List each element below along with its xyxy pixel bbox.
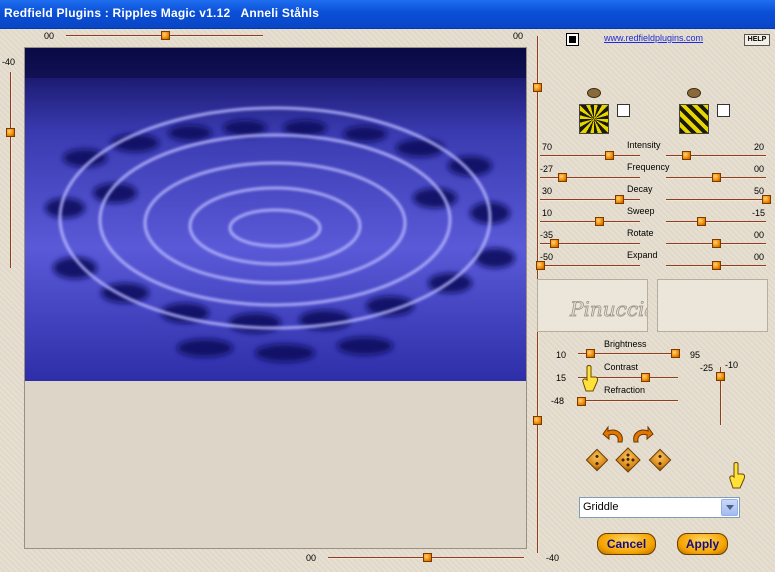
effect-preview-box — [657, 279, 768, 332]
brightness-right-value: 95 — [690, 350, 701, 360]
original-preview-box: Pinuccia — [537, 279, 657, 332]
window-title: Redfield Plugins : Ripples Magic v1.12 A… — [4, 6, 320, 20]
param-left-handle[interactable] — [550, 239, 559, 248]
pattern-checkbox-right[interactable] — [717, 104, 730, 117]
param-right-value: -15 — [752, 208, 766, 218]
param-right-handle[interactable] — [712, 261, 721, 270]
preview-panel — [24, 47, 527, 549]
website-link[interactable]: www.redfieldplugins.com — [604, 33, 703, 43]
param-left-handle[interactable] — [605, 151, 614, 160]
param-right-handle[interactable] — [712, 173, 721, 182]
param-label: Frequency — [627, 162, 670, 172]
brightness-left-handle[interactable] — [586, 349, 595, 358]
top-slider-right-value: 00 — [513, 31, 524, 41]
left-slider-value: -40 — [2, 57, 16, 67]
param-left-handle[interactable] — [558, 173, 567, 182]
refraction-value: -48 — [551, 396, 565, 406]
pattern-thumbnail-right[interactable] — [679, 104, 709, 134]
param-left-track[interactable] — [540, 199, 640, 201]
ripple-preview-image — [25, 48, 526, 381]
param-left-track[interactable] — [540, 265, 640, 267]
vertical-light-handle[interactable] — [716, 372, 725, 381]
param-left-track[interactable] — [540, 155, 640, 157]
param-left-value: 30 — [542, 186, 553, 196]
brightness-left-value: 10 — [556, 350, 567, 360]
param-label: Sweep — [627, 206, 655, 216]
hand-pointer-icon — [582, 365, 599, 392]
bottom-slider-handle[interactable] — [423, 553, 432, 562]
contrast-handle[interactable] — [641, 373, 650, 382]
redo-arrow-icon[interactable] — [630, 425, 654, 443]
title-bar: Redfield Plugins : Ripples Magic v1.12 A… — [0, 0, 775, 29]
preset-dropdown[interactable]: Griddle — [579, 497, 740, 518]
eye-icon[interactable] — [687, 88, 701, 98]
param-left-track[interactable] — [540, 221, 640, 223]
color-swatch[interactable] — [566, 33, 579, 46]
param-left-handle[interactable] — [536, 261, 545, 270]
pattern-checkbox-left[interactable] — [617, 104, 630, 117]
param-right-track[interactable] — [666, 155, 766, 157]
undo-arrow-icon[interactable] — [602, 425, 626, 443]
param-right-track[interactable] — [666, 199, 766, 201]
vertical-light-right-value: -10 — [725, 360, 739, 370]
svg-text:Pinuccia: Pinuccia — [569, 297, 647, 321]
brightness-label: Brightness — [604, 339, 647, 349]
contrast-value: 15 — [556, 373, 567, 383]
bottom-slider-value: 00 — [306, 553, 317, 563]
eye-icon[interactable] — [587, 88, 601, 98]
param-left-value: 70 — [542, 142, 553, 152]
param-label: Decay — [627, 184, 653, 194]
cancel-button[interactable]: Cancel — [597, 533, 656, 555]
param-right-value: 20 — [754, 142, 765, 152]
vertical-light-left-value: -25 — [700, 363, 714, 373]
param-right-value: 00 — [754, 230, 765, 240]
left-slider-track[interactable] — [10, 72, 12, 268]
chevron-down-icon[interactable] — [721, 499, 738, 516]
right-vertical-slider-value: -40 — [546, 553, 560, 563]
param-right-track[interactable] — [666, 221, 766, 223]
param-label: Expand — [627, 250, 658, 260]
param-left-track[interactable] — [540, 177, 640, 179]
refraction-handle[interactable] — [577, 397, 586, 406]
param-label: Rotate — [627, 228, 654, 238]
param-left-handle[interactable] — [615, 195, 624, 204]
signature-watermark: Pinuccia — [569, 297, 657, 322]
brightness-right-handle[interactable] — [671, 349, 680, 358]
param-right-value: 00 — [754, 164, 765, 174]
param-label: Intensity — [627, 140, 661, 150]
refraction-track[interactable] — [578, 400, 678, 402]
param-right-handle[interactable] — [697, 217, 706, 226]
param-right-handle[interactable] — [682, 151, 691, 160]
left-slider-handle[interactable] — [6, 128, 15, 137]
right-vertical-slider-handle-bottom[interactable] — [533, 416, 542, 425]
param-left-handle[interactable] — [595, 217, 604, 226]
apply-button[interactable]: Apply — [677, 533, 728, 555]
param-left-value: 10 — [542, 208, 553, 218]
top-slider-left-value: 00 — [44, 31, 55, 41]
help-button[interactable]: HELP — [744, 34, 770, 46]
right-vertical-slider-handle-top[interactable] — [533, 83, 542, 92]
param-right-handle[interactable] — [762, 195, 771, 204]
pattern-thumbnail-left[interactable] — [579, 104, 609, 134]
contrast-label: Contrast — [604, 362, 639, 372]
param-left-value: -27 — [540, 164, 554, 174]
refraction-label: Refraction — [604, 385, 646, 395]
preset-selected-value: Griddle — [583, 501, 619, 513]
param-right-handle[interactable] — [712, 239, 721, 248]
param-right-value: 00 — [754, 252, 765, 262]
hand-pointer-icon — [729, 462, 746, 489]
top-slider-handle[interactable] — [161, 31, 170, 40]
